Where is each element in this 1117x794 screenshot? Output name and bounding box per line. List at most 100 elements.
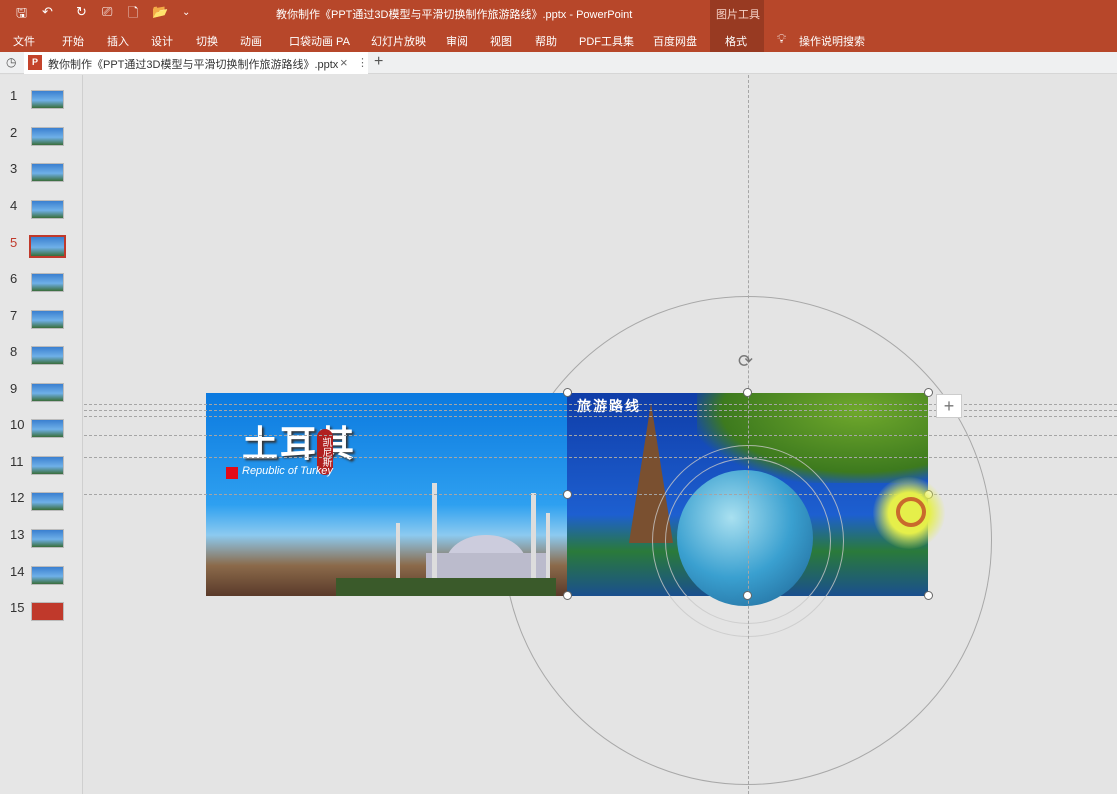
guide-line <box>84 404 1117 405</box>
undo-icon[interactable]: ↶ <box>42 4 53 20</box>
tab-home[interactable]: 开始 <box>62 33 84 49</box>
resize-handle[interactable] <box>563 388 572 397</box>
tab-view[interactable]: 视图 <box>490 33 512 49</box>
mosque-illustration <box>336 483 556 596</box>
slide-number: 11 <box>10 454 24 469</box>
tab-baidu-netdisk[interactable]: 百度网盘 <box>653 33 697 49</box>
slide-preview <box>31 383 64 402</box>
slide-thumbnail-13[interactable]: 13 <box>0 527 83 557</box>
slide-preview <box>29 235 66 258</box>
slide-thumbnail-2[interactable]: 2 <box>0 125 83 155</box>
new-tab-button[interactable]: + <box>374 53 383 71</box>
slide-preview <box>31 90 64 109</box>
guide-line <box>84 416 1117 417</box>
document-tab-label: 教你制作《PPT通过3D模型与平滑切换制作旅游路线》.pptx <box>48 59 339 71</box>
present-icon[interactable]: ⎚ <box>102 4 112 20</box>
powerpoint-icon: P <box>28 55 42 70</box>
lightbulb-icon: 💡︎ <box>777 31 787 46</box>
slide-thumbnail-9[interactable]: 9 <box>0 381 83 411</box>
context-group-label: 图片工具 <box>716 9 760 21</box>
slide-preview <box>31 602 64 621</box>
turkey-flag-icon <box>226 467 238 479</box>
slide-number: 14 <box>10 564 25 579</box>
slide-number: 3 <box>10 161 18 176</box>
tab-format[interactable]: 格式 <box>725 33 747 49</box>
slide-thumbnail-11[interactable]: 11 <box>0 454 83 484</box>
slide-thumbnail-14[interactable]: 14 <box>0 564 83 594</box>
window-title: 教你制作《PPT通过3D模型与平滑切换制作旅游路线》.pptx - PowerP… <box>276 9 633 21</box>
guide-line <box>84 494 1117 495</box>
resize-handle[interactable] <box>743 388 752 397</box>
route-title: 旅游路线 <box>577 398 641 414</box>
slide-number: 13 <box>10 527 25 542</box>
slide-thumbnail-6[interactable]: 6 <box>0 271 83 301</box>
slide-preview <box>31 419 64 438</box>
tab-slideshow[interactable]: 幻灯片放映 <box>371 33 426 49</box>
slide-preview <box>31 127 64 146</box>
tab-animations[interactable]: 动画 <box>240 33 262 49</box>
move-cursor-icon <box>896 497 926 527</box>
tab-review[interactable]: 审阅 <box>446 33 468 49</box>
resize-handle[interactable] <box>563 490 572 499</box>
slide-thumbnail-7[interactable]: 7 <box>0 308 83 338</box>
resize-handle[interactable] <box>924 591 933 600</box>
slide-thumbnail-8[interactable]: 8 <box>0 344 83 374</box>
tab-pocket-animation[interactable]: 口袋动画 PA <box>289 33 350 49</box>
document-tab[interactable]: P 教你制作《PPT通过3D模型与平滑切换制作旅游路线》.pptx × ⋮ <box>24 52 368 74</box>
guide-line <box>84 410 1117 411</box>
slide-thumbnail-10[interactable]: 10 <box>0 417 83 447</box>
resize-handle[interactable] <box>563 591 572 600</box>
slide-thumbnail-3[interactable]: 3 <box>0 161 83 191</box>
tab-menu-icon[interactable]: ⋮ <box>357 56 368 69</box>
slide-preview <box>31 163 64 182</box>
document-tab-bar: ◷ P 教你制作《PPT通过3D模型与平滑切换制作旅游路线》.pptx × ⋮ … <box>0 52 1117 74</box>
new-file-icon[interactable]: 🗋 <box>128 4 138 26</box>
tab-transitions[interactable]: 切换 <box>196 33 218 49</box>
close-tab-icon[interactable]: × <box>340 55 348 70</box>
tab-insert[interactable]: 插入 <box>107 33 129 49</box>
slide-number: 12 <box>10 490 25 505</box>
slide-number: 5 <box>10 235 18 250</box>
slide-number: 7 <box>10 308 18 323</box>
republic-label: Republic of Turkey <box>242 465 333 477</box>
slide-preview <box>31 200 64 219</box>
slide-number: 2 <box>10 125 18 140</box>
rotate-handle-icon[interactable]: ⟳ <box>738 351 753 372</box>
customize-qa-icon[interactable]: ⌄ <box>182 7 190 18</box>
slide-thumbnail-5[interactable]: 5 <box>0 235 83 265</box>
slide-preview <box>31 346 64 365</box>
tab-help[interactable]: 帮助 <box>535 33 557 49</box>
open-folder-icon[interactable]: 📂 <box>152 4 168 20</box>
tab-design[interactable]: 设计 <box>151 33 173 49</box>
slide-number: 4 <box>10 198 18 213</box>
redo-icon[interactable]: ↻ <box>76 4 87 20</box>
slide-thumbnail-12[interactable]: 12 <box>0 490 83 520</box>
layout-options-button[interactable]: + <box>936 394 962 418</box>
tell-me-search[interactable]: 操作说明搜索 <box>799 33 865 49</box>
resize-handle[interactable] <box>924 388 933 397</box>
guide-line <box>84 457 1117 458</box>
turkey-title: 土耳其 <box>242 423 357 464</box>
slide-preview <box>31 566 64 585</box>
slide-preview <box>31 310 64 329</box>
slide-thumbnail-15[interactable]: 15 <box>0 600 83 630</box>
slide-number: 6 <box>10 271 18 286</box>
slide-number: 15 <box>10 600 25 615</box>
slide-preview <box>31 492 64 511</box>
guide-line <box>748 75 749 794</box>
save-icon[interactable]: 🖫 <box>16 4 27 26</box>
slide-number: 10 <box>10 417 25 432</box>
slide-thumbnail-4[interactable]: 4 <box>0 198 83 228</box>
slide-number: 9 <box>10 381 18 396</box>
guide-line <box>84 435 1117 436</box>
slide-preview <box>31 456 64 475</box>
title-bar: 🖫 ↶ ↻ ⎚ 🗋 📂 ⌄ 教你制作《PPT通过3D模型与平滑切换制作旅游路线》… <box>0 0 1117 26</box>
tab-pdf-tools[interactable]: PDF工具集 <box>579 33 634 49</box>
slide-number: 1 <box>10 88 18 103</box>
slide-preview <box>31 273 64 292</box>
history-icon[interactable]: ◷ <box>6 55 16 69</box>
resize-handle[interactable] <box>743 591 752 600</box>
slide-preview <box>31 529 64 548</box>
slide-thumbnail-1[interactable]: 1 <box>0 88 83 118</box>
tab-file[interactable]: 文件 <box>13 33 35 49</box>
